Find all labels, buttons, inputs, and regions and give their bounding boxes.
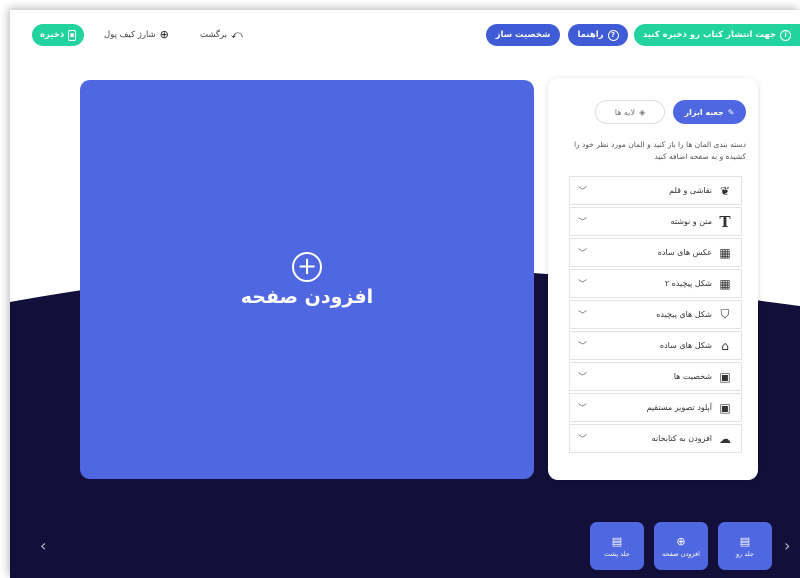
category-drawing[interactable]: ❦ نقاشی و قلم ﹀ bbox=[569, 176, 742, 205]
info-icon: i bbox=[780, 29, 792, 41]
image-icon: ▦ bbox=[719, 276, 731, 291]
picture-icon: ▣ bbox=[719, 400, 731, 415]
guide-button[interactable]: ? راهنما bbox=[568, 24, 628, 46]
category-complex-shapes[interactable]: ⛉ شکل های پیچیده ﹀ bbox=[569, 300, 742, 329]
floppy-icon: ▪ bbox=[68, 29, 76, 41]
plus-circle-icon: ⊕ bbox=[159, 28, 169, 41]
category-simple-shapes[interactable]: ⌂ شکل های ساده ﹀ bbox=[569, 331, 742, 360]
category-characters[interactable]: ▣ شخصیت ها ﹀ bbox=[569, 362, 742, 391]
back-link[interactable]: ⤺ برگشت bbox=[200, 28, 243, 42]
publish-save-button[interactable]: i جهت انتشار کتاب رو ذخیره کنید bbox=[634, 24, 800, 46]
chevron-down-icon: ﹀ bbox=[578, 435, 588, 445]
add-page-card[interactable]: + افزودن صفحه bbox=[80, 80, 534, 479]
plus-circle-icon: + bbox=[292, 251, 322, 282]
chevron-down-icon: ﹀ bbox=[578, 311, 588, 321]
shirt-icon: ⛉ bbox=[720, 307, 730, 321]
chevron-down-icon: ﹀ bbox=[578, 218, 588, 228]
app-frame: ▪ ذخیره ⊕ شارژ کیف پول ⤺ برگشت شخصیت ساز… bbox=[10, 10, 800, 578]
chevron-down-icon: ﹀ bbox=[578, 280, 588, 290]
category-complex-shapes-2[interactable]: ▦ شکل پیچیده ۲ ﹀ bbox=[569, 269, 742, 298]
plus-circle-icon: ⊕ bbox=[676, 534, 686, 548]
tools-icon: ✎ bbox=[727, 107, 735, 117]
panel-hint: دسته بندی المان ها را باز کنید و المان م… bbox=[573, 140, 746, 161]
home-icon: ⌂ bbox=[721, 338, 729, 353]
front-cover-button[interactable]: ▤ جلد رو bbox=[718, 522, 772, 570]
add-page-button[interactable]: ⊕ افزودن صفحه bbox=[654, 522, 708, 570]
toolbox-panel: ✎ جعبه ابزار ◈ لایه ها دسته بندی المان ه… bbox=[548, 78, 758, 480]
layers-icon: ◈ bbox=[639, 107, 646, 117]
cloud-upload-icon: ☁ bbox=[719, 431, 731, 446]
save-button[interactable]: ▪ ذخیره bbox=[32, 24, 84, 46]
help-icon: ? bbox=[607, 29, 619, 41]
personality-builder-button[interactable]: شخصیت ساز bbox=[486, 24, 560, 46]
chevron-down-icon: ﹀ bbox=[578, 404, 588, 414]
page-icon: ▤ bbox=[611, 534, 623, 548]
chevron-right-icon[interactable]: › bbox=[784, 536, 790, 555]
back-arrow-icon: ⤺ bbox=[231, 28, 243, 41]
category-text[interactable]: T متن و نوشته ﹀ bbox=[569, 207, 742, 236]
chevron-down-icon: ﹀ bbox=[578, 187, 588, 197]
image-icon: ▦ bbox=[719, 245, 731, 260]
add-page-label: افزودن صفحه bbox=[240, 285, 374, 308]
tab-layers[interactable]: ◈ لایه ها bbox=[595, 100, 665, 124]
picture-icon: ▣ bbox=[719, 369, 731, 384]
category-simple-images[interactable]: ▦ عکس های ساده ﹀ bbox=[569, 238, 742, 267]
page-icon: ▤ bbox=[739, 534, 751, 548]
category-direct-upload[interactable]: ▣ آپلود تصویر مستقیم ﹀ bbox=[569, 393, 742, 422]
text-icon: T bbox=[719, 212, 731, 231]
brush-icon: ❦ bbox=[719, 183, 731, 198]
category-add-to-library[interactable]: ☁ افزودن به کتابخانه ﹀ bbox=[569, 424, 742, 453]
chevron-down-icon: ﹀ bbox=[578, 373, 588, 383]
tab-toolbox[interactable]: ✎ جعبه ابزار bbox=[673, 100, 746, 124]
chevron-down-icon: ﹀ bbox=[578, 249, 588, 259]
wallet-link[interactable]: ⊕ شارژ کیف پول bbox=[104, 28, 169, 41]
back-cover-button[interactable]: ▤ جلد پشت bbox=[590, 522, 644, 570]
chevron-down-icon: ﹀ bbox=[578, 342, 588, 352]
chevron-left-icon[interactable]: ‹ bbox=[40, 536, 46, 555]
